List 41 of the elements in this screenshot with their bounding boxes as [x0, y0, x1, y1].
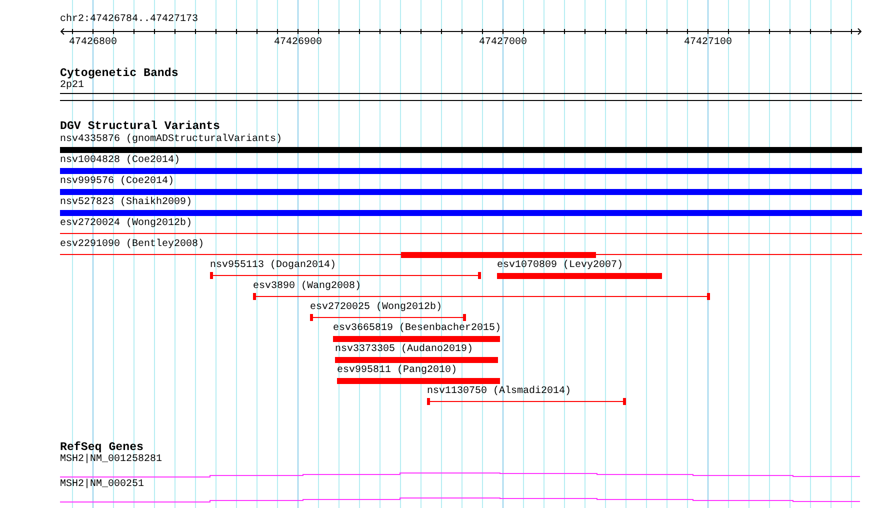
- transcript-line[interactable]: [60, 472, 860, 478]
- variant-span[interactable]: [253, 293, 710, 300]
- ruler-label: 47426800: [69, 37, 117, 46]
- variant-label[interactable]: esv3890 (Wang2008): [253, 281, 362, 293]
- track-title: RefSeq Genes: [60, 441, 144, 454]
- variant-bar[interactable]: [497, 273, 662, 279]
- variant-line[interactable]: [60, 233, 862, 234]
- variant-label[interactable]: esv2720025 (Wong2012b): [310, 302, 442, 314]
- variant-label[interactable]: nsv3373305 (Audano2019): [335, 344, 474, 356]
- variant-bar[interactable]: [335, 357, 498, 363]
- track-title: Cytogenetic Bands: [60, 67, 178, 80]
- variant-label[interactable]: nsv1004828 (Coe2014): [60, 155, 180, 167]
- variant-bar[interactable]: [60, 168, 862, 174]
- variant-label[interactable]: nsv527823 (Shaikh2009): [60, 197, 192, 209]
- variant-label[interactable]: nsv1130750 (Alsmadi2014): [427, 386, 572, 398]
- ruler-label: 47426900: [274, 37, 322, 46]
- band-label: 2p21: [60, 80, 84, 92]
- ruler-label: 47427000: [479, 37, 527, 46]
- transcript-line[interactable]: [60, 498, 860, 502]
- variant-bar[interactable]: [333, 336, 500, 342]
- variant-bar[interactable]: [337, 378, 500, 384]
- variant-span[interactable]: [427, 398, 626, 405]
- variant-label[interactable]: nsv955113 (Dogan2014): [210, 260, 336, 272]
- variant-label[interactable]: esv2291090 (Bentley2008): [60, 239, 204, 251]
- variant-label[interactable]: nsv4335876 (gnomADStructuralVariants): [60, 134, 282, 146]
- transcript-label[interactable]: MSH2|NM_001258281: [60, 454, 162, 466]
- variant-bar[interactable]: [60, 189, 862, 195]
- variant-label[interactable]: esv3665819 (Besenbacher2015): [333, 323, 502, 335]
- variant-span[interactable]: [310, 314, 466, 321]
- variant-bar[interactable]: [60, 147, 862, 153]
- transcript-label[interactable]: MSH2|NM_000251: [60, 479, 144, 491]
- variant-bar[interactable]: [401, 252, 596, 258]
- variant-label[interactable]: esv1070809 (Levy2007): [497, 260, 624, 272]
- variant-label[interactable]: esv2720024 (Wong2012b): [60, 218, 192, 230]
- variant-bar[interactable]: [60, 210, 862, 216]
- variant-label[interactable]: nsv999576 (Coe2014): [60, 176, 174, 188]
- ruler-label: 47427100: [684, 37, 732, 46]
- variant-label[interactable]: esv995811 (Pang2010): [337, 365, 458, 377]
- location-label: chr2:47426784..47427173: [60, 14, 198, 26]
- track-title: DGV Structural Variants: [60, 120, 220, 133]
- variant-span[interactable]: [210, 272, 481, 279]
